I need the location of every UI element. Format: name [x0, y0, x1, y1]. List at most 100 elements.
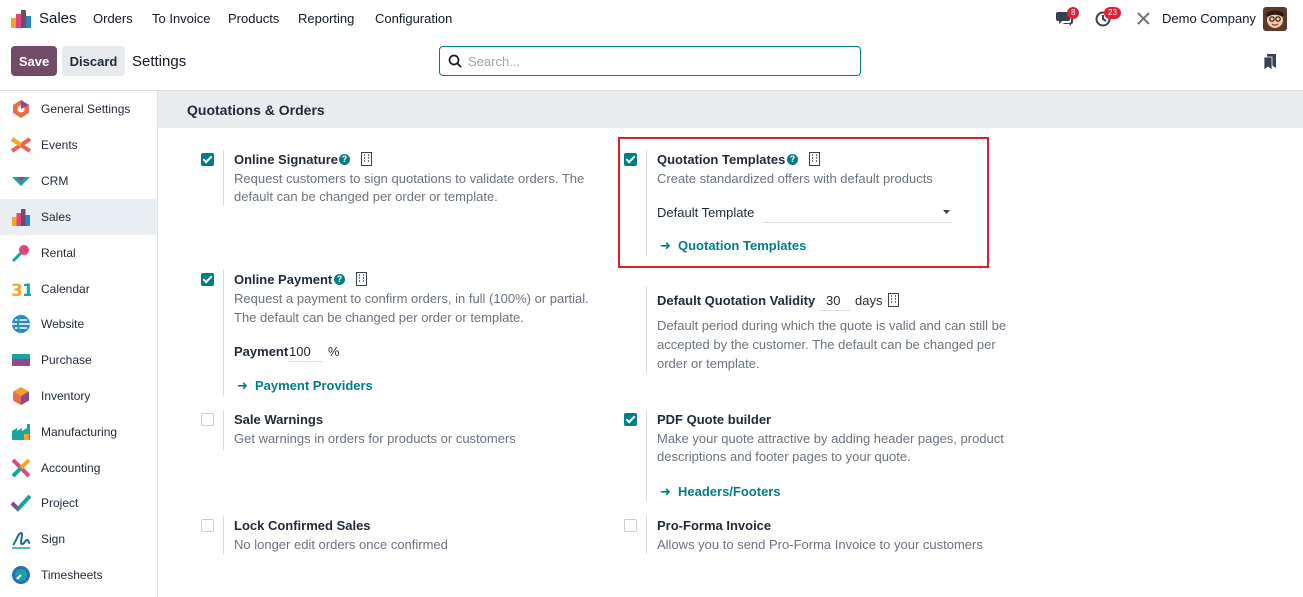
menu-to-invoice[interactable]: To Invoice: [152, 11, 211, 26]
pdf-quote-builder-checkbox[interactable]: [624, 413, 637, 426]
lock-confirmed-sales-title: Lock Confirmed Sales: [234, 518, 371, 533]
default-template-select[interactable]: [762, 202, 952, 223]
company-building-icon: [356, 272, 367, 286]
sidebar-item-label: Calendar: [41, 282, 90, 296]
help-icon[interactable]: ?: [334, 274, 345, 285]
website-icon: [12, 314, 30, 334]
validity-value: 30: [826, 293, 841, 308]
arrow-right-icon: ➜: [660, 238, 671, 253]
sidebar-item-calendar[interactable]: 31 Calendar: [0, 271, 157, 307]
divider: [223, 270, 224, 396]
sales-app-icon[interactable]: [11, 10, 31, 28]
company-building-icon: [809, 152, 820, 166]
quotation-templates-title: Quotation Templates: [657, 152, 786, 167]
quotation-validity-desc: accepted by the customer. The default ca…: [657, 337, 996, 352]
quotation-templates-link[interactable]: ➜ Quotation Templates: [660, 238, 810, 254]
pro-forma-invoice-title: Pro-Forma Invoice: [657, 518, 772, 533]
arrow-right-icon: ➜: [660, 484, 671, 499]
link-label: Headers/Footers: [678, 484, 781, 499]
user-avatar[interactable]: [1263, 7, 1287, 31]
caret-down-icon: [943, 210, 950, 214]
link-label: Payment Providers: [255, 378, 373, 393]
lock-confirmed-sales-checkbox[interactable]: [201, 519, 214, 532]
sidebar-item-project[interactable]: Project: [0, 485, 157, 521]
sale-warnings-checkbox[interactable]: [201, 413, 214, 426]
divider: [646, 410, 647, 502]
quotation-validity-input[interactable]: 30: [820, 290, 850, 311]
sidebar-item-label: Website: [41, 317, 85, 331]
inventory-icon: [13, 387, 29, 405]
arrow-right-icon: ➜: [237, 378, 248, 393]
pro-forma-invoice-checkbox[interactable]: [624, 519, 637, 532]
sidebar-item-sign[interactable]: Sign: [0, 521, 157, 557]
sidebar-item-rental[interactable]: Rental: [0, 235, 157, 271]
divider: [646, 287, 647, 373]
sidebar-item-timesheets[interactable]: Timesheets: [0, 557, 157, 593]
field-underline: [820, 310, 850, 311]
help-icon[interactable]: ?: [787, 154, 798, 165]
sign-icon: [12, 531, 31, 549]
sidebar-item-purchase[interactable]: Purchase: [0, 342, 157, 378]
menu-orders[interactable]: Orders: [93, 11, 133, 26]
payment-value: 100: [289, 344, 311, 359]
help-icon[interactable]: ?: [339, 154, 350, 165]
payment-providers-link[interactable]: ➜ Payment Providers: [237, 378, 377, 394]
menu-reporting[interactable]: Reporting: [298, 11, 354, 26]
settings-sidebar: General Settings Events CRM Sales Rental…: [0, 91, 158, 597]
company-building-icon: [361, 152, 372, 166]
search-input[interactable]: [468, 51, 848, 71]
menu-configuration[interactable]: Configuration: [375, 11, 452, 26]
accounting-icon: [11, 458, 31, 478]
divider: [646, 516, 647, 554]
activities-button[interactable]: 23: [1094, 0, 1126, 37]
online-payment-desc: The default can be changed per order or …: [234, 310, 524, 325]
sidebar-item-manufacturing[interactable]: Manufacturing: [0, 414, 157, 450]
payment-percent-input[interactable]: 100: [288, 341, 322, 362]
headers-footers-link[interactable]: ➜ Headers/Footers: [660, 484, 790, 500]
sidebar-item-website[interactable]: Website: [0, 306, 157, 342]
sidebar-item-label: CRM: [41, 174, 69, 188]
online-signature-checkbox[interactable]: [201, 153, 214, 166]
svg-text:1: 1: [22, 281, 31, 299]
discard-button[interactable]: Discard: [62, 46, 125, 76]
company-switcher[interactable]: Demo Company: [1162, 11, 1256, 26]
sidebar-item-inventory[interactable]: Inventory: [0, 378, 157, 414]
link-label: Quotation Templates: [678, 238, 807, 253]
sidebar-item-general-settings[interactable]: General Settings: [0, 91, 157, 127]
sidebar-item-events[interactable]: Events: [0, 127, 157, 163]
divider: [223, 150, 224, 206]
online-payment-desc: Request a payment to confirm orders, in …: [234, 291, 589, 306]
crm-icon: [12, 177, 30, 186]
sidebar-item-label: General Settings: [41, 102, 131, 116]
sidebar-item-crm[interactable]: CRM: [0, 163, 157, 199]
activities-badge: 23: [1104, 7, 1121, 19]
breadcrumb: Settings: [132, 53, 187, 70]
quotation-templates-checkbox[interactable]: [624, 153, 637, 166]
search-icon: [448, 54, 462, 68]
section-title: Quotations & Orders: [187, 102, 325, 118]
menu-products[interactable]: Products: [228, 11, 279, 26]
sidebar-item-accounting[interactable]: Accounting: [0, 450, 157, 486]
save-button[interactable]: Save: [11, 46, 57, 76]
pdf-quote-builder-desc: Make your quote attractive by adding hea…: [657, 431, 1004, 446]
divider: [646, 150, 647, 256]
sidebar-item-label: Purchase: [41, 353, 92, 367]
purchase-icon: [12, 354, 30, 366]
field-underline: [288, 361, 322, 362]
sidebar-item-label: Events: [41, 138, 78, 152]
rental-icon: [11, 245, 29, 263]
general-settings-icon: [13, 100, 29, 118]
timesheets-icon: [12, 566, 30, 584]
messages-button[interactable]: 8: [1055, 0, 1085, 37]
app-name[interactable]: Sales: [39, 10, 77, 27]
search-bar[interactable]: [439, 46, 861, 76]
bookmark-icon[interactable]: [1264, 54, 1277, 70]
online-payment-checkbox[interactable]: [201, 273, 214, 286]
sidebar-item-sales[interactable]: Sales: [0, 199, 157, 235]
payment-label: Payment: [234, 344, 289, 359]
messages-badge: 8: [1067, 7, 1080, 19]
debug-tools-icon[interactable]: [1136, 11, 1151, 26]
default-template-label: Default Template: [657, 205, 755, 220]
sidebar-item-label: Inventory: [41, 389, 91, 403]
calendar-icon: 31: [11, 281, 31, 299]
